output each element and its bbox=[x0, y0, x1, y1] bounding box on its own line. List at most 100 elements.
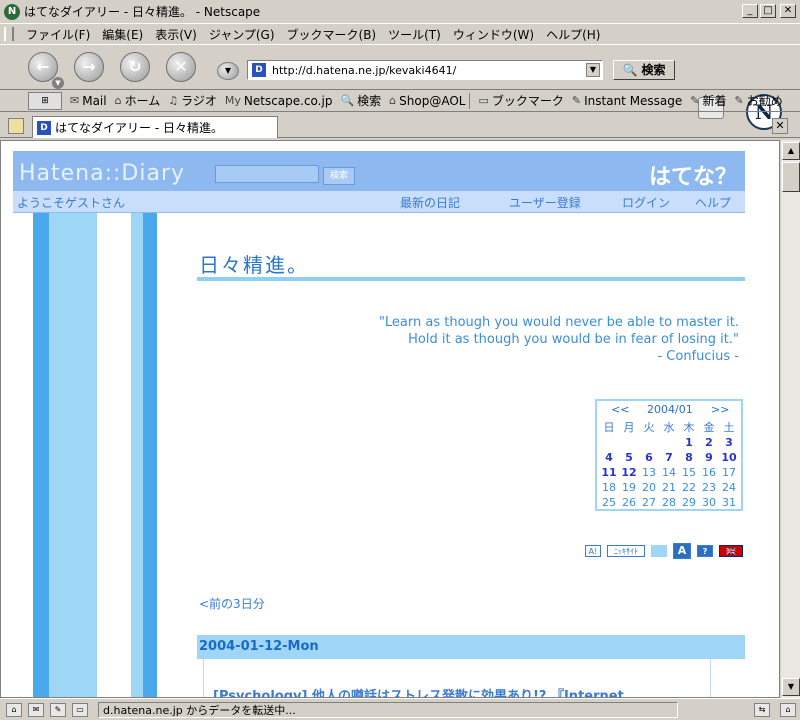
bookmark-icon: ✎ bbox=[571, 94, 582, 107]
calendar-day[interactable]: 3 bbox=[719, 435, 739, 450]
minimize-button[interactable]: _ bbox=[742, 4, 758, 18]
ptool-bookmarks[interactable]: ▭ ブックマーク bbox=[478, 92, 563, 109]
im-icon[interactable]: ✎ bbox=[50, 702, 66, 717]
calendar-day: 22 bbox=[682, 481, 696, 494]
ptool-radio[interactable]: ♫ ラジオ bbox=[168, 92, 217, 109]
calendar-day: 20 bbox=[642, 481, 656, 494]
menu-bookmarks[interactable]: ブックマーク(B) bbox=[281, 26, 383, 43]
menu-view[interactable]: 表示(V) bbox=[149, 26, 203, 43]
menu-go[interactable]: ジャンプ(G) bbox=[203, 26, 281, 43]
ptool-netscape[interactable]: My Netscape.co.jp bbox=[225, 94, 333, 108]
menu-tools[interactable]: ツール(T) bbox=[382, 26, 447, 43]
header-search-button[interactable]: 検索 bbox=[323, 167, 355, 185]
font-size-icon[interactable]: A bbox=[673, 543, 691, 559]
hatena-header: Hatena::Diary 検索 はてな？ bbox=[13, 151, 745, 191]
nikki-site-badge-icon[interactable]: ﾆｯｷｻｲﾄ bbox=[607, 545, 645, 557]
calendar-day[interactable]: 6 bbox=[639, 450, 659, 465]
calendar-day[interactable]: 11 bbox=[599, 465, 619, 480]
composer-icon[interactable]: ▭ bbox=[72, 702, 88, 717]
calendar-day: 29 bbox=[682, 496, 696, 509]
ptool-mail[interactable]: ✉ Mail bbox=[70, 94, 107, 108]
link-latest-diary[interactable]: 最新の日記 bbox=[400, 194, 460, 211]
ptool-search[interactable]: 🔍 検索 bbox=[340, 92, 381, 109]
menu-window[interactable]: ウィンドウ(W) bbox=[447, 26, 540, 43]
search-icon: 🔍 bbox=[340, 94, 355, 107]
vertical-scrollbar[interactable]: ▲ ▼ bbox=[780, 140, 800, 698]
search-button[interactable]: 🔍 検索 bbox=[613, 60, 675, 80]
close-tab-icon[interactable]: ✕ bbox=[772, 118, 788, 134]
entry-title[interactable]: [Psychology] 他人の噂話はストレス発散に効果あり!? 『Intern… bbox=[213, 685, 624, 697]
hatena-diary-logo[interactable]: Hatena::Diary bbox=[19, 161, 185, 186]
rss-badge-icon[interactable] bbox=[651, 545, 667, 557]
diary-title[interactable]: 日々精進。 bbox=[199, 249, 309, 278]
calendar-day[interactable]: 9 bbox=[699, 450, 719, 465]
navigator-icon[interactable]: ⌂ bbox=[6, 702, 22, 717]
help-badge-icon[interactable]: ? bbox=[697, 545, 713, 557]
url-text[interactable]: http://d.hatena.ne.jp/kevaki4641/ bbox=[272, 64, 456, 77]
calendar-day[interactable]: 7 bbox=[659, 450, 679, 465]
calendar-day bbox=[599, 435, 619, 450]
calendar-next[interactable]: >> bbox=[711, 403, 729, 416]
antenna-badge-icon[interactable]: A! bbox=[585, 545, 601, 557]
calendar-day: 27 bbox=[642, 496, 656, 509]
ptool-new[interactable]: ✎ 新着 bbox=[690, 92, 726, 109]
url-dropdown-icon[interactable]: ▼ bbox=[586, 63, 600, 77]
link-login[interactable]: ログイン bbox=[622, 194, 670, 211]
calendar-prev[interactable]: << bbox=[611, 403, 629, 416]
calendar-day[interactable]: 4 bbox=[599, 450, 619, 465]
calendar-day[interactable]: 2 bbox=[699, 435, 719, 450]
ptool-home[interactable]: ⌂ ホーム bbox=[115, 92, 161, 109]
calendar-day[interactable]: 8 bbox=[679, 450, 699, 465]
new-tab-icon[interactable] bbox=[8, 118, 24, 134]
forward-button[interactable]: → bbox=[74, 52, 104, 82]
calendar-day: 24 bbox=[722, 481, 736, 494]
stop-button[interactable]: ✕ bbox=[166, 52, 196, 82]
tab-active[interactable]: D はてなダイアリー - 日々精進。 bbox=[32, 116, 278, 138]
toolbar-grip[interactable] bbox=[4, 27, 14, 41]
calendar-day[interactable]: 1 bbox=[679, 435, 699, 450]
entry-date[interactable]: 2004-01-12-Mon bbox=[199, 639, 319, 654]
link-register[interactable]: ユーザー登録 bbox=[509, 194, 581, 211]
calendar-dow: 木 bbox=[683, 421, 695, 434]
mail-icon[interactable]: ✉ bbox=[28, 702, 44, 717]
ptool-shop[interactable]: ⌂ Shop@AOL bbox=[389, 92, 471, 109]
menu-file[interactable]: ファイル(F) bbox=[20, 26, 96, 43]
maximize-button[interactable]: □ bbox=[760, 4, 776, 18]
url-history-icon[interactable]: ▼ bbox=[217, 62, 239, 80]
security-icon[interactable]: ⌂ bbox=[780, 703, 796, 717]
calendar-dow: 日 bbox=[603, 421, 615, 434]
calendar-month[interactable]: 2004/01 bbox=[647, 403, 693, 416]
scroll-down-icon[interactable]: ▼ bbox=[782, 678, 800, 696]
calendar-day: 15 bbox=[682, 466, 696, 479]
calendar-dow: 月 bbox=[623, 421, 635, 434]
close-button[interactable]: ✕ bbox=[780, 4, 796, 18]
online-status-icon[interactable]: ⇆ bbox=[754, 703, 770, 717]
link-help[interactable]: ヘルプ bbox=[695, 194, 731, 211]
status-text: d.hatena.ne.jp からデータを転送中... bbox=[98, 701, 678, 718]
scroll-up-icon[interactable]: ▲ bbox=[782, 142, 800, 160]
tab-favicon-icon: D bbox=[37, 120, 51, 135]
window-controls: _ □ ✕ bbox=[742, 4, 796, 18]
ptool-im[interactable]: ✎ Instant Message bbox=[572, 94, 682, 108]
calendar-day[interactable]: 12 bbox=[619, 465, 639, 480]
uk-flag-icon[interactable]: 🇬🇧 bbox=[719, 545, 743, 557]
url-bar[interactable]: D http://d.hatena.ne.jp/kevaki4641/ ▼ bbox=[247, 60, 603, 80]
back-dropdown-icon[interactable]: ▼ bbox=[52, 77, 64, 89]
header-search-input[interactable] bbox=[215, 165, 319, 183]
calendar-day[interactable]: 10 bbox=[719, 450, 739, 465]
sidebar-toggle-icon[interactable]: ⊞ bbox=[28, 91, 62, 110]
hatena-logo[interactable]: はてな？ bbox=[649, 159, 737, 191]
calendar-day: 31 bbox=[722, 496, 736, 509]
menu-edit[interactable]: 編集(E) bbox=[96, 26, 149, 43]
shop-icon: ⌂ bbox=[389, 94, 397, 107]
calendar-day: 17 bbox=[722, 466, 736, 479]
scroll-thumb[interactable] bbox=[782, 162, 800, 192]
calendar-day[interactable]: 5 bbox=[619, 450, 639, 465]
calendar-day: 23 bbox=[702, 481, 716, 494]
menu-help[interactable]: ヘルプ(H) bbox=[540, 26, 606, 43]
prev-3days-link[interactable]: <前の3日分 bbox=[199, 595, 265, 612]
ptool-recommend[interactable]: ✎ お勧め bbox=[735, 92, 783, 109]
reload-button[interactable]: ↻ bbox=[120, 52, 150, 82]
calendar-day: 28 bbox=[662, 496, 676, 509]
radio-icon: ♫ bbox=[168, 94, 179, 107]
